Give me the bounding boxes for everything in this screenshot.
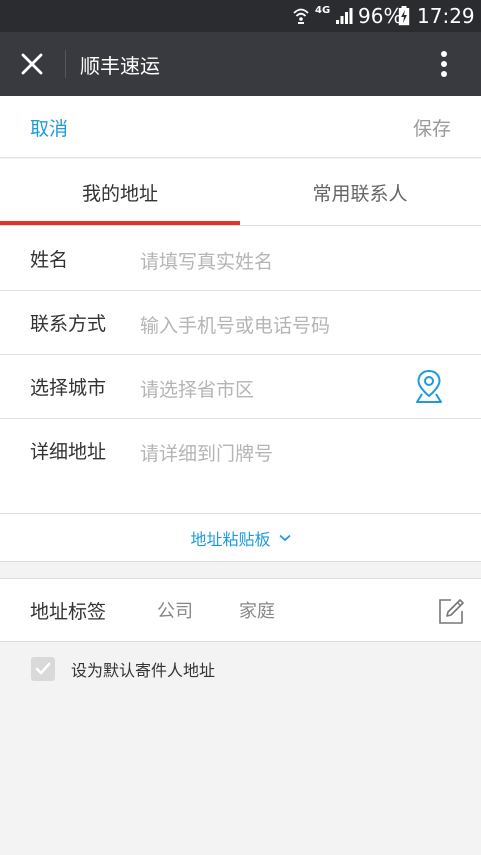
address-clipboard-button[interactable]: 地址粘贴板: [0, 514, 481, 562]
tag-option-company[interactable]: 公司: [157, 579, 193, 641]
page-title: 顺丰速运: [80, 53, 160, 78]
cancel-button[interactable]: 取消: [30, 96, 68, 158]
wifi-icon: [293, 0, 309, 32]
status-bar: 4G 96% 17:29: [0, 0, 481, 32]
default-sender-row[interactable]: 设为默认寄件人地址: [0, 643, 481, 697]
location-pin-icon[interactable]: [413, 368, 445, 404]
contact-label: 联系方式: [30, 313, 107, 335]
address-tag-label: 地址标签: [30, 601, 107, 623]
close-button[interactable]: [14, 48, 50, 80]
tag-option-home[interactable]: 家庭: [239, 579, 275, 641]
more-vertical-icon: [441, 51, 447, 77]
close-icon: [21, 53, 43, 75]
title-bar: 顺丰速运: [0, 32, 481, 96]
city-row[interactable]: 选择城市 请选择省市区: [0, 355, 481, 418]
title-divider: [65, 50, 66, 78]
network-type: 4G: [315, 5, 331, 16]
check-icon: [35, 662, 51, 675]
edit-icon[interactable]: [437, 597, 465, 625]
name-input[interactable]: 请填写真实姓名: [140, 247, 273, 274]
active-tab-indicator: [0, 221, 240, 225]
tab-my-address[interactable]: 我的地址: [0, 159, 240, 225]
contact-row[interactable]: 联系方式 输入手机号或电话号码: [0, 291, 481, 354]
clock: 17:29: [417, 4, 475, 28]
detail-address-row[interactable]: 详细地址 请详细到门牌号: [0, 419, 481, 514]
city-label: 选择城市: [30, 377, 107, 399]
save-button[interactable]: 保存: [413, 96, 451, 158]
detail-address-label: 详细地址: [30, 441, 107, 463]
phone-input[interactable]: 输入手机号或电话号码: [140, 311, 330, 338]
default-sender-checkbox[interactable]: [31, 657, 55, 681]
more-button[interactable]: [426, 46, 462, 82]
address-form: 姓名 请填写真实姓名 联系方式 输入手机号或电话号码 选择城市 请选择省市区 详…: [0, 226, 481, 514]
signal-icon: [335, 0, 353, 32]
city-select[interactable]: 请选择省市区: [140, 375, 254, 402]
address-tag-row: 地址标签 公司 家庭: [0, 578, 481, 642]
clipboard-label: 地址粘贴板: [190, 529, 271, 549]
action-bar: 取消 保存: [0, 96, 481, 158]
battery-percent: 96%: [358, 4, 403, 28]
default-sender-label: 设为默认寄件人地址: [71, 661, 216, 680]
battery-charging-icon: [398, 0, 410, 32]
detail-address-input[interactable]: 请详细到门牌号: [140, 439, 273, 466]
chevron-down-icon: [278, 534, 291, 541]
name-label: 姓名: [30, 249, 69, 271]
tab-bar: 我的地址 常用联系人: [0, 159, 481, 226]
tab-frequent-contacts[interactable]: 常用联系人: [240, 159, 480, 225]
name-row[interactable]: 姓名 请填写真实姓名: [0, 226, 481, 290]
